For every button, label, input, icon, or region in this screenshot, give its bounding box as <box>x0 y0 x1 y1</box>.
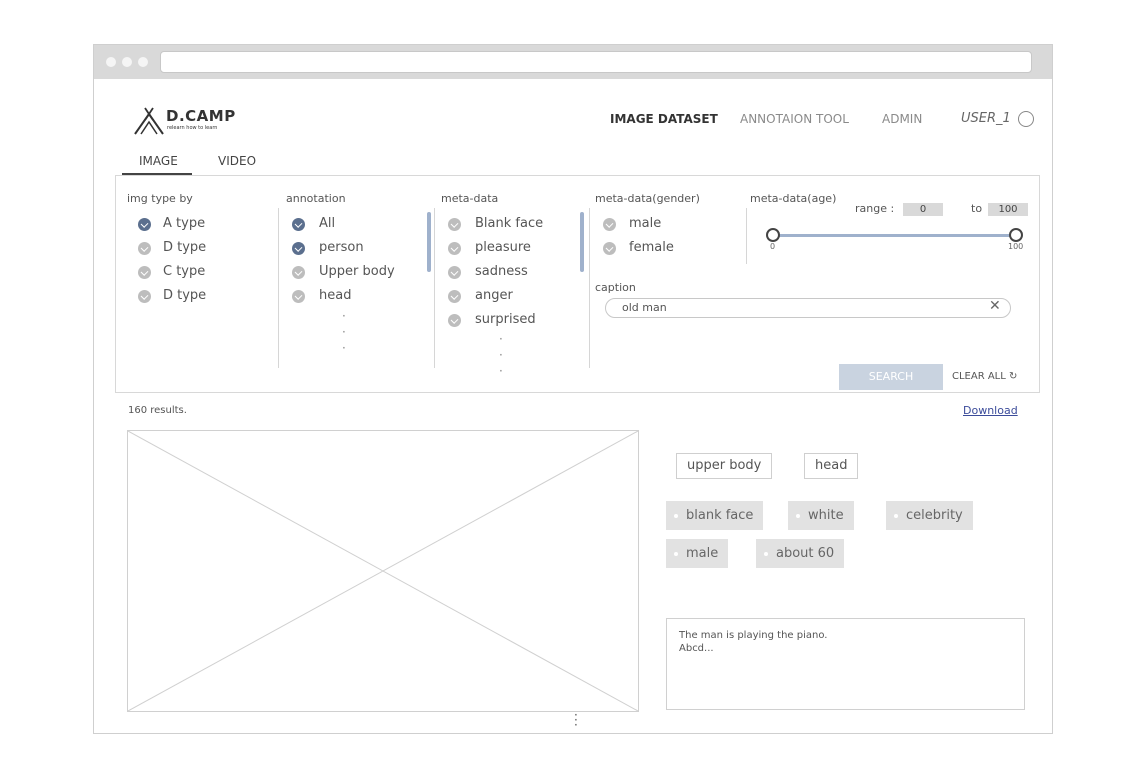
img-type-option[interactable]: D type <box>163 240 206 255</box>
caption-description-box[interactable]: The man is playing the piano. Abcd... <box>666 618 1025 710</box>
search-button[interactable]: SEARCH <box>839 364 943 390</box>
checkbox-icon[interactable] <box>448 314 461 327</box>
checkbox-icon[interactable] <box>292 290 305 303</box>
more-indicator: · <box>342 341 346 355</box>
more-vertical-icon[interactable]: · · · <box>574 709 578 731</box>
caption-label: caption <box>595 281 636 294</box>
more-indicator: · <box>499 364 503 378</box>
checkbox-icon[interactable] <box>603 242 616 255</box>
age-slider-max-handle[interactable] <box>1009 228 1023 242</box>
logo-tagline: relearn how to learn <box>167 125 218 131</box>
close-icon[interactable]: ✕ <box>989 298 1001 314</box>
image-placeholder-icon <box>127 430 639 712</box>
column-divider <box>278 208 279 368</box>
checkbox-icon[interactable] <box>448 290 461 303</box>
results-count: 160 results. <box>128 405 187 416</box>
age-from-input[interactable]: 0 <box>903 203 943 216</box>
checkbox-icon[interactable] <box>292 242 305 255</box>
age-title: meta-data(age) <box>750 192 837 205</box>
checkbox-icon[interactable] <box>603 218 616 231</box>
annotation-option[interactable]: All <box>319 216 335 231</box>
image-placeholder[interactable] <box>127 430 639 712</box>
more-indicator: · <box>499 332 503 346</box>
checkbox-icon[interactable] <box>448 266 461 279</box>
img-type-option[interactable]: C type <box>163 264 205 279</box>
meta-data-title: meta-data <box>441 192 499 205</box>
more-indicator: · <box>342 309 346 323</box>
browser-window: D.CAMP relearn how to learn IMAGE DATASE… <box>93 44 1053 734</box>
annotation-option[interactable]: head <box>319 288 351 303</box>
meta-data-option[interactable]: Blank face <box>475 216 543 231</box>
caption-input[interactable]: old man <box>605 298 1011 318</box>
gender-option[interactable]: female <box>629 240 674 255</box>
checkbox-icon[interactable] <box>292 218 305 231</box>
description-line: Abcd... <box>679 643 714 654</box>
column-divider <box>746 208 747 264</box>
img-type-option[interactable]: A type <box>163 216 205 231</box>
nav-image-dataset[interactable]: IMAGE DATASET <box>610 112 718 126</box>
annotation-option[interactable]: Upper body <box>319 264 395 279</box>
browser-chrome <box>94 45 1052 79</box>
slider-max-label: 100 <box>1008 242 1024 251</box>
column-divider <box>434 208 435 368</box>
checkbox-icon[interactable] <box>448 242 461 255</box>
nav-admin[interactable]: ADMIN <box>882 112 922 126</box>
tab-image[interactable]: IMAGE <box>139 154 178 168</box>
window-dot[interactable] <box>106 57 116 67</box>
meta-tag[interactable]: blank face <box>666 501 764 530</box>
annotation-title: annotation <box>286 192 346 205</box>
img-type-title: img type by <box>127 192 193 205</box>
meta-data-option[interactable]: pleasure <box>475 240 531 255</box>
clear-all-button[interactable]: CLEAR ALL ↻ <box>952 371 1017 382</box>
meta-tag[interactable]: about 60 <box>756 539 845 568</box>
gender-option[interactable]: male <box>629 216 661 231</box>
range-to-label: to <box>971 202 983 215</box>
column-divider <box>589 208 590 368</box>
description-line: The man is playing the piano. <box>679 630 828 641</box>
checkbox-icon[interactable] <box>138 242 151 255</box>
age-slider-track[interactable] <box>776 234 1014 237</box>
more-indicator: · <box>342 325 346 339</box>
checkbox-icon[interactable] <box>448 218 461 231</box>
user-icon[interactable] <box>1018 111 1034 127</box>
more-indicator: · <box>499 348 503 362</box>
window-dot[interactable] <box>138 57 148 67</box>
slider-min-label: 0 <box>770 242 776 251</box>
meta-data-option[interactable]: surprised <box>475 312 536 327</box>
annotation-tag[interactable]: upper body <box>676 453 773 479</box>
meta-data-scrollbar[interactable] <box>580 212 584 272</box>
tab-video[interactable]: VIDEO <box>218 154 256 168</box>
range-label: range : <box>855 202 895 215</box>
meta-tag[interactable]: celebrity <box>886 501 973 530</box>
meta-data-option[interactable]: sadness <box>475 264 528 279</box>
img-type-option[interactable]: D type <box>163 288 206 303</box>
window-dot[interactable] <box>122 57 132 67</box>
gender-title: meta-data(gender) <box>595 192 700 205</box>
checkbox-icon[interactable] <box>138 266 151 279</box>
meta-tag[interactable]: white <box>788 501 854 530</box>
nav-annotation-tool[interactable]: ANNOTAION TOOL <box>740 112 849 126</box>
meta-data-option[interactable]: anger <box>475 288 513 303</box>
age-to-input[interactable]: 100 <box>988 203 1028 216</box>
annotation-option[interactable]: person <box>319 240 364 255</box>
meta-tag[interactable]: male <box>666 539 729 568</box>
annotation-tag[interactable]: head <box>804 453 859 479</box>
checkbox-icon[interactable] <box>138 290 151 303</box>
age-slider-min-handle[interactable] <box>766 228 780 242</box>
filter-panel: img type by A type D type C type D type … <box>115 175 1040 393</box>
address-bar[interactable] <box>160 51 1032 73</box>
user-name[interactable]: USER_1 <box>961 111 1011 126</box>
annotation-scrollbar[interactable] <box>427 212 431 272</box>
download-link[interactable]: Download <box>963 404 1018 417</box>
checkbox-icon[interactable] <box>292 266 305 279</box>
checkbox-icon[interactable] <box>138 218 151 231</box>
logo-text[interactable]: D.CAMP <box>166 107 236 125</box>
